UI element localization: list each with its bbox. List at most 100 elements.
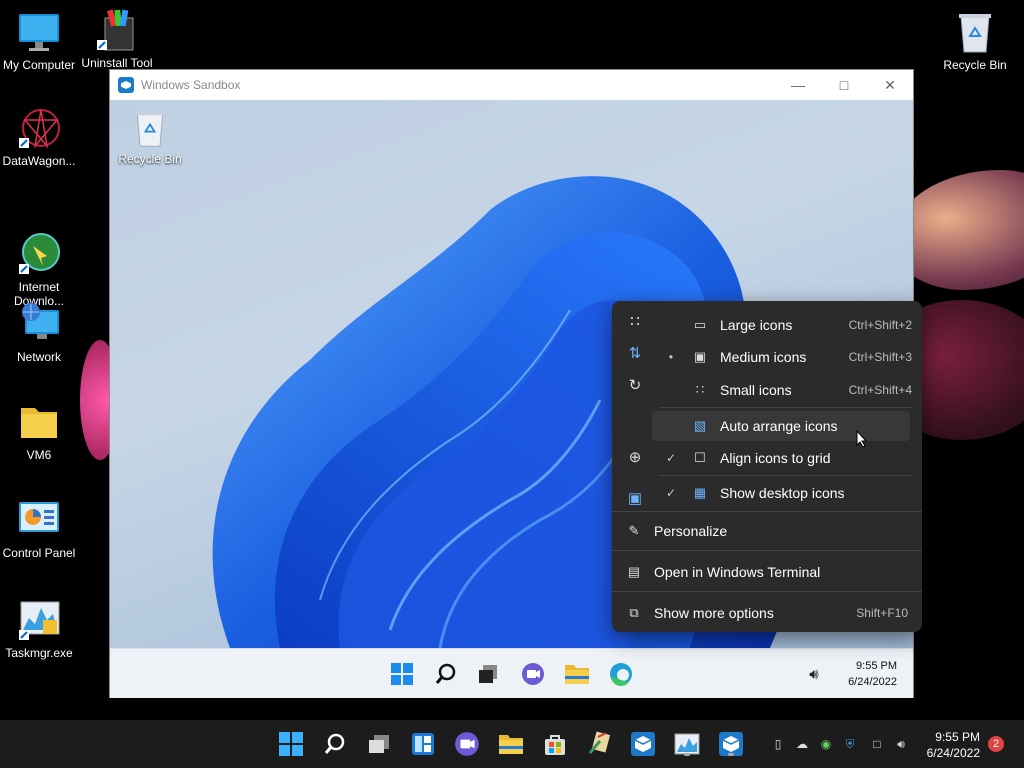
view-button[interactable]: ∷: [622, 308, 648, 334]
widgets-icon: [412, 733, 434, 755]
menu-item-open-terminal[interactable]: ▤ Open in Windows Terminal: [626, 557, 912, 587]
title-bar[interactable]: Windows Sandbox — □ ✕: [110, 70, 913, 100]
menu-item-medium-icons[interactable]: • ▣ Medium icons Ctrl+Shift+3: [660, 342, 912, 372]
running-indicator: [684, 753, 690, 756]
auto-arrange-icon: ▧: [693, 418, 707, 433]
menu-separator: [612, 511, 922, 512]
monitor-icon: [17, 10, 61, 54]
search-button[interactable]: [433, 661, 459, 687]
recycle-bin-icon: [130, 108, 170, 148]
chat-button[interactable]: [453, 730, 481, 758]
widgets-button[interactable]: [409, 730, 437, 758]
edge-icon: [610, 663, 632, 686]
menu-item-small-icons[interactable]: ∷ Small icons Ctrl+Shift+4: [660, 375, 912, 405]
menu-item-show-more-options[interactable]: ⧉ Show more options Shift+F10: [626, 598, 908, 628]
pinned-app-tool-button[interactable]: [585, 730, 613, 758]
desktop-icon-recycle-bin[interactable]: Recycle Bin: [936, 10, 1014, 72]
desktop-icon-uninstall-tool[interactable]: Uninstall Tool: [78, 8, 156, 70]
display-icon: ▣: [627, 490, 643, 507]
tray-icon-tablet[interactable]: ▯: [770, 736, 786, 752]
tray-icon-onedrive[interactable]: ☁: [794, 736, 810, 752]
menu-item-show-desktop-icons[interactable]: ✓ ▦ Show desktop icons: [660, 478, 912, 508]
taskmgr-taskbar-button[interactable]: [673, 730, 701, 758]
context-menu: ∷ ⇅ ↻ ⊕ ▣ ▭ Large icons Ctrl+Shift+2 • ▣…: [612, 301, 922, 632]
desktop-icon-my-computer[interactable]: My Computer: [0, 10, 78, 72]
search-icon: [435, 663, 456, 684]
refresh-button[interactable]: ↻: [622, 372, 648, 398]
taskbar-clock[interactable]: 9:55 PM 6/24/2022: [927, 729, 980, 761]
check-icon: ✓: [665, 486, 677, 500]
uninstall-tool-icon: [95, 8, 139, 52]
window-title: Windows Sandbox: [141, 78, 241, 92]
menu-item-personalize[interactable]: ✎ Personalize: [626, 516, 912, 546]
new-button[interactable]: ⊕: [622, 444, 648, 470]
sandbox-taskbar-button[interactable]: [629, 730, 657, 758]
menu-item-large-icons[interactable]: ▭ Large icons Ctrl+Shift+2: [660, 310, 912, 340]
sandbox-clock[interactable]: 9:55 PM 6/24/2022: [848, 658, 897, 690]
brush-icon: ✎: [628, 523, 640, 538]
desktop-icon-taskmgr[interactable]: Taskmgr.exe: [0, 598, 78, 660]
search-icon: [324, 733, 345, 754]
store-button[interactable]: [541, 730, 569, 758]
file-explorer-button[interactable]: [564, 661, 590, 687]
task-view-icon: [479, 665, 497, 683]
tray-icon-security[interactable]: ⛨: [842, 736, 858, 752]
folder-icon: [565, 665, 589, 684]
shield-icon: ⛨: [845, 736, 855, 751]
minimize-button[interactable]: —: [775, 70, 821, 100]
tray-icon-volume[interactable]: 🔊︎: [893, 736, 909, 752]
sandbox-app-icon: [118, 77, 134, 93]
mouse-cursor-icon: [856, 430, 868, 448]
tool-icon: [588, 731, 611, 754]
selected-bullet-icon: •: [668, 350, 674, 364]
file-explorer-button[interactable]: [497, 730, 525, 758]
refresh-icon: ↻: [628, 377, 642, 394]
maximize-button[interactable]: □: [821, 70, 867, 100]
cloud-icon: ☁: [796, 737, 808, 751]
menu-item-align-to-grid[interactable]: ✓ ☐ Align icons to grid: [660, 443, 912, 473]
start-button[interactable]: [389, 661, 415, 687]
desktop-icon-datawagon[interactable]: DataWagon...: [0, 106, 78, 168]
sort-by-button[interactable]: ⇅: [622, 340, 648, 366]
edge-button[interactable]: [608, 661, 634, 687]
chat-icon: [455, 732, 479, 756]
menu-separator: [660, 475, 912, 476]
tray-icon-app[interactable]: ◉: [818, 736, 834, 752]
folder-icon: [17, 400, 61, 444]
notification-badge[interactable]: 2: [988, 736, 1004, 752]
network-icon: [17, 302, 61, 346]
terminal-icon: ▤: [627, 564, 641, 579]
task-view-button[interactable]: [365, 730, 393, 758]
menu-item-auto-arrange[interactable]: ▧ Auto arrange icons: [652, 411, 910, 441]
search-button[interactable]: [321, 730, 349, 758]
speaker-icon: 🔊︎: [809, 665, 819, 683]
menu-separator: [612, 591, 922, 592]
taskbar: ▯ ☁ ◉ ⛨ □ 🔊︎ 9:55 PM 6/24/2022 2: [0, 720, 1024, 768]
show-desktop-icon: ▦: [693, 485, 707, 500]
tablet-icon: ▯: [774, 737, 782, 751]
chat-button[interactable]: [520, 661, 546, 687]
running-indicator: [728, 753, 734, 756]
menu-separator: [612, 550, 922, 551]
datawagon-icon: [17, 106, 61, 150]
sandbox-active-button[interactable]: [717, 730, 745, 758]
taskmgr-icon: [17, 598, 61, 642]
task-view-button[interactable]: [475, 661, 501, 687]
menu-separator: [660, 407, 912, 408]
sandbox-taskbar: 🔊︎ 9:55 PM 6/24/2022: [110, 648, 913, 698]
start-button[interactable]: [277, 730, 305, 758]
volume-button[interactable]: 🔊︎: [801, 661, 827, 687]
close-button[interactable]: ✕: [867, 70, 913, 100]
control-panel-icon: [17, 498, 61, 542]
desktop-icon-vm6[interactable]: VM6: [0, 400, 78, 462]
windows-logo-icon: [391, 663, 413, 685]
more-options-icon: ⧉: [629, 605, 639, 620]
desktop-icon-network[interactable]: Network: [0, 302, 78, 364]
sandbox-recycle-bin[interactable]: Recycle Bin: [112, 108, 188, 166]
tray-icon-network[interactable]: □: [869, 736, 885, 752]
desktop-icon-control-panel[interactable]: Control Panel: [0, 498, 78, 560]
store-icon: [545, 735, 565, 755]
large-icons-icon: ▭: [693, 317, 707, 332]
network-icon: □: [873, 737, 881, 751]
display-settings-button[interactable]: ▣: [622, 485, 648, 511]
